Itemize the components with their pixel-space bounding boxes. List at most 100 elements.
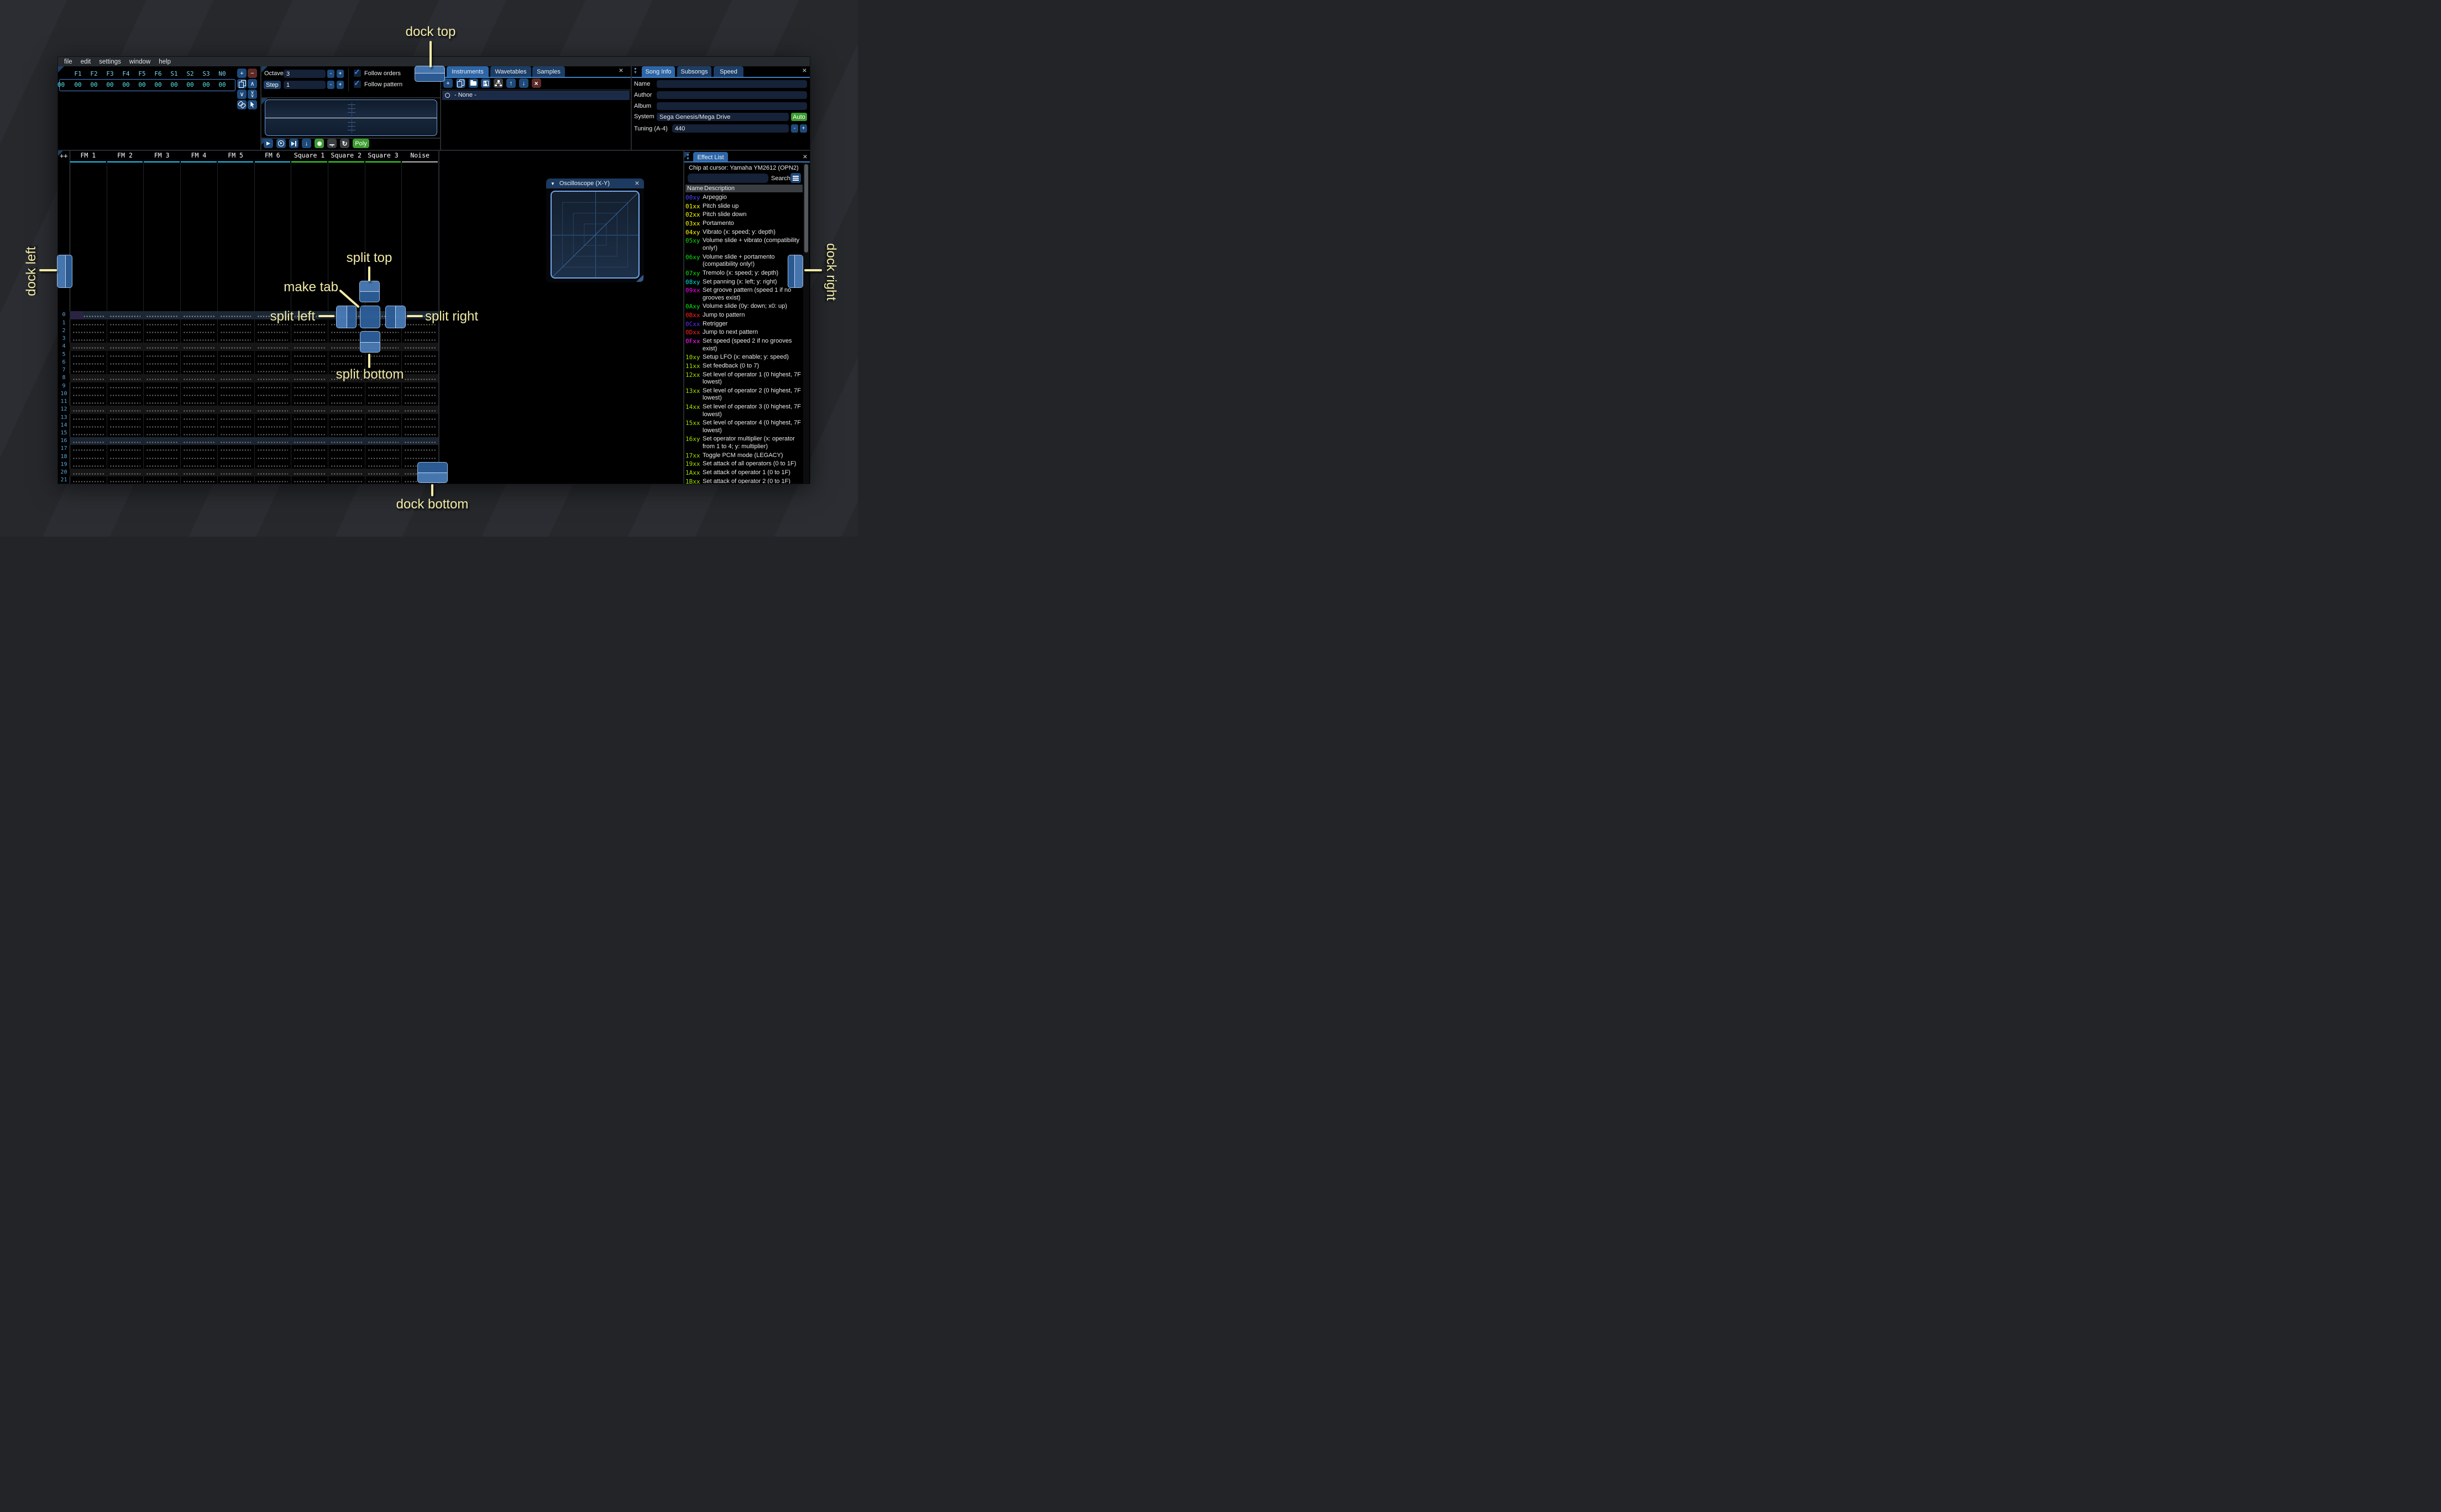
duplicate-to-end-button[interactable]: ∨ ∨ [248, 90, 257, 99]
pattern-cell[interactable] [254, 461, 291, 469]
pattern-cell[interactable] [180, 351, 217, 359]
pattern-cell[interactable] [365, 469, 402, 476]
pattern-cell[interactable] [107, 390, 144, 398]
pattern-row-4[interactable]: 4 [58, 343, 438, 351]
pattern-cell[interactable] [328, 382, 365, 390]
pattern-cell[interactable] [365, 422, 402, 429]
channel-header-fm-6[interactable]: FM 6 [254, 151, 291, 159]
pattern-cell[interactable] [107, 327, 144, 335]
remove-order-button[interactable]: − [248, 69, 257, 78]
tab-speed[interactable]: Speed [714, 66, 743, 77]
pattern-cell[interactable] [107, 461, 144, 469]
pattern-cell[interactable] [401, 422, 438, 429]
effect-row-07xy[interactable]: 07xy Tremolo (x: speed; y: depth) [685, 270, 803, 277]
pattern-cell[interactable] [107, 382, 144, 390]
tab-wavetables[interactable]: Wavetables [490, 66, 531, 77]
pattern-cell[interactable] [107, 374, 144, 382]
pattern-cell[interactable] [328, 406, 365, 413]
move-instrument-down-button[interactable]: ↓ [518, 78, 528, 88]
pattern-cell[interactable] [328, 359, 365, 366]
pattern-cell[interactable] [143, 453, 180, 461]
duplicate-order-button[interactable] [237, 79, 247, 88]
effect-row-0Dxx[interactable]: 0Dxx Jump to next pattern [685, 329, 803, 337]
menu-item-edit[interactable]: edit [81, 59, 91, 65]
pattern-cell[interactable] [180, 445, 217, 453]
pattern-cell[interactable] [328, 390, 365, 398]
pattern-cell[interactable] [291, 351, 328, 359]
effect-row-01xx[interactable]: 01xx Pitch slide up [685, 203, 803, 211]
pattern-cell[interactable] [217, 445, 254, 453]
pattern-cell[interactable] [254, 351, 291, 359]
open-instrument-button[interactable] [468, 78, 478, 88]
effect-row-19xx[interactable]: 19xx Set attack of all operators (0 to 1F… [685, 460, 803, 468]
song-info-tab-list-icon[interactable]: ▼ ▼ [633, 67, 637, 75]
effect-list-menu-button[interactable] [790, 173, 801, 183]
pattern-row-16[interactable]: 16 [58, 437, 438, 445]
pattern-cell[interactable] [328, 327, 365, 335]
pattern-cell[interactable] [254, 359, 291, 366]
oscilloscope-xy-close-icon[interactable]: × [633, 179, 641, 187]
tab-subsongs[interactable]: Subsongs [677, 66, 711, 77]
pattern-cell[interactable] [143, 382, 180, 390]
pattern-cell[interactable] [143, 343, 180, 350]
menu-item-file[interactable]: file [64, 59, 72, 65]
effect-row-13xx[interactable]: 13xx Set level of operator 2 (0 highest, … [685, 387, 803, 402]
effect-row-10xy[interactable]: 10xy Setup LFO (x: enable; y: speed) [685, 354, 803, 361]
pattern-cell[interactable] [217, 366, 254, 374]
pattern-cell[interactable] [254, 437, 291, 445]
pattern-cell[interactable] [254, 390, 291, 398]
pattern-row-2[interactable]: 2 [58, 327, 438, 335]
pattern-cell[interactable] [107, 414, 144, 422]
step-plus-button[interactable]: + [337, 81, 344, 89]
pattern-cell[interactable] [180, 382, 217, 390]
dock-top-button[interactable] [415, 66, 445, 82]
pattern-cell[interactable] [401, 335, 438, 343]
pattern-cell[interactable] [291, 398, 328, 406]
pattern-cell[interactable] [365, 437, 402, 445]
pattern-cell[interactable] [365, 406, 402, 413]
pattern-cell[interactable] [143, 398, 180, 406]
octave-minus-button[interactable]: - [327, 70, 334, 78]
pattern-cell[interactable] [328, 398, 365, 406]
tuning-plus-button[interactable]: + [800, 124, 807, 133]
effect-row-16xy[interactable]: 16xy Set operator multiplier (x: operator… [685, 435, 803, 450]
pattern-cell[interactable] [217, 351, 254, 359]
tuning-minus-button[interactable]: - [791, 124, 798, 133]
pattern-cell[interactable] [291, 469, 328, 476]
dock-left-button[interactable] [57, 255, 72, 288]
pattern-cell[interactable] [291, 406, 328, 413]
pattern-cell[interactable] [365, 445, 402, 453]
split-top-button[interactable] [359, 281, 380, 302]
effect-row-05xy[interactable]: 05xy Volume slide + vibrato (compatibilit… [685, 237, 803, 252]
pattern-cell[interactable] [217, 476, 254, 484]
pattern-cell[interactable] [365, 414, 402, 422]
pattern-cell[interactable] [217, 429, 254, 437]
tuning-input[interactable]: 440 [672, 124, 789, 133]
poly-mono-toggle-button[interactable]: Poly [353, 139, 369, 148]
octave-plus-button[interactable]: + [337, 70, 344, 78]
pattern-cell[interactable] [180, 461, 217, 469]
pattern-cell[interactable] [180, 453, 217, 461]
system-input[interactable]: Sega Genesis/Mega Drive [657, 113, 789, 121]
pattern-row-13[interactable]: 13 [58, 414, 438, 422]
pattern-cell[interactable] [143, 351, 180, 359]
pattern-cell[interactable] [180, 406, 217, 413]
pattern-cell[interactable] [107, 335, 144, 343]
metronome-button[interactable] [327, 139, 337, 148]
pattern-cell[interactable] [328, 414, 365, 422]
move-order-up-button[interactable]: ∧ [248, 79, 257, 88]
pattern-cell[interactable] [180, 319, 217, 327]
channel-header-fm-5[interactable]: FM 5 [217, 151, 254, 159]
effect-row-00xy[interactable]: 00xy Arpeggio [685, 194, 803, 202]
pattern-row-6[interactable]: 6 [58, 359, 438, 366]
pattern-cell[interactable] [70, 422, 107, 429]
pattern-cell[interactable] [328, 461, 365, 469]
pattern-cell[interactable] [365, 476, 402, 484]
pattern-row-15[interactable]: 15 [58, 429, 438, 437]
pattern-cell[interactable] [401, 351, 438, 359]
pattern-cell[interactable] [254, 382, 291, 390]
pattern-row-9[interactable]: 9 [58, 382, 438, 390]
pattern-cell[interactable] [254, 343, 291, 350]
pattern-cell[interactable] [254, 398, 291, 406]
menu-item-window[interactable]: window [129, 59, 150, 65]
